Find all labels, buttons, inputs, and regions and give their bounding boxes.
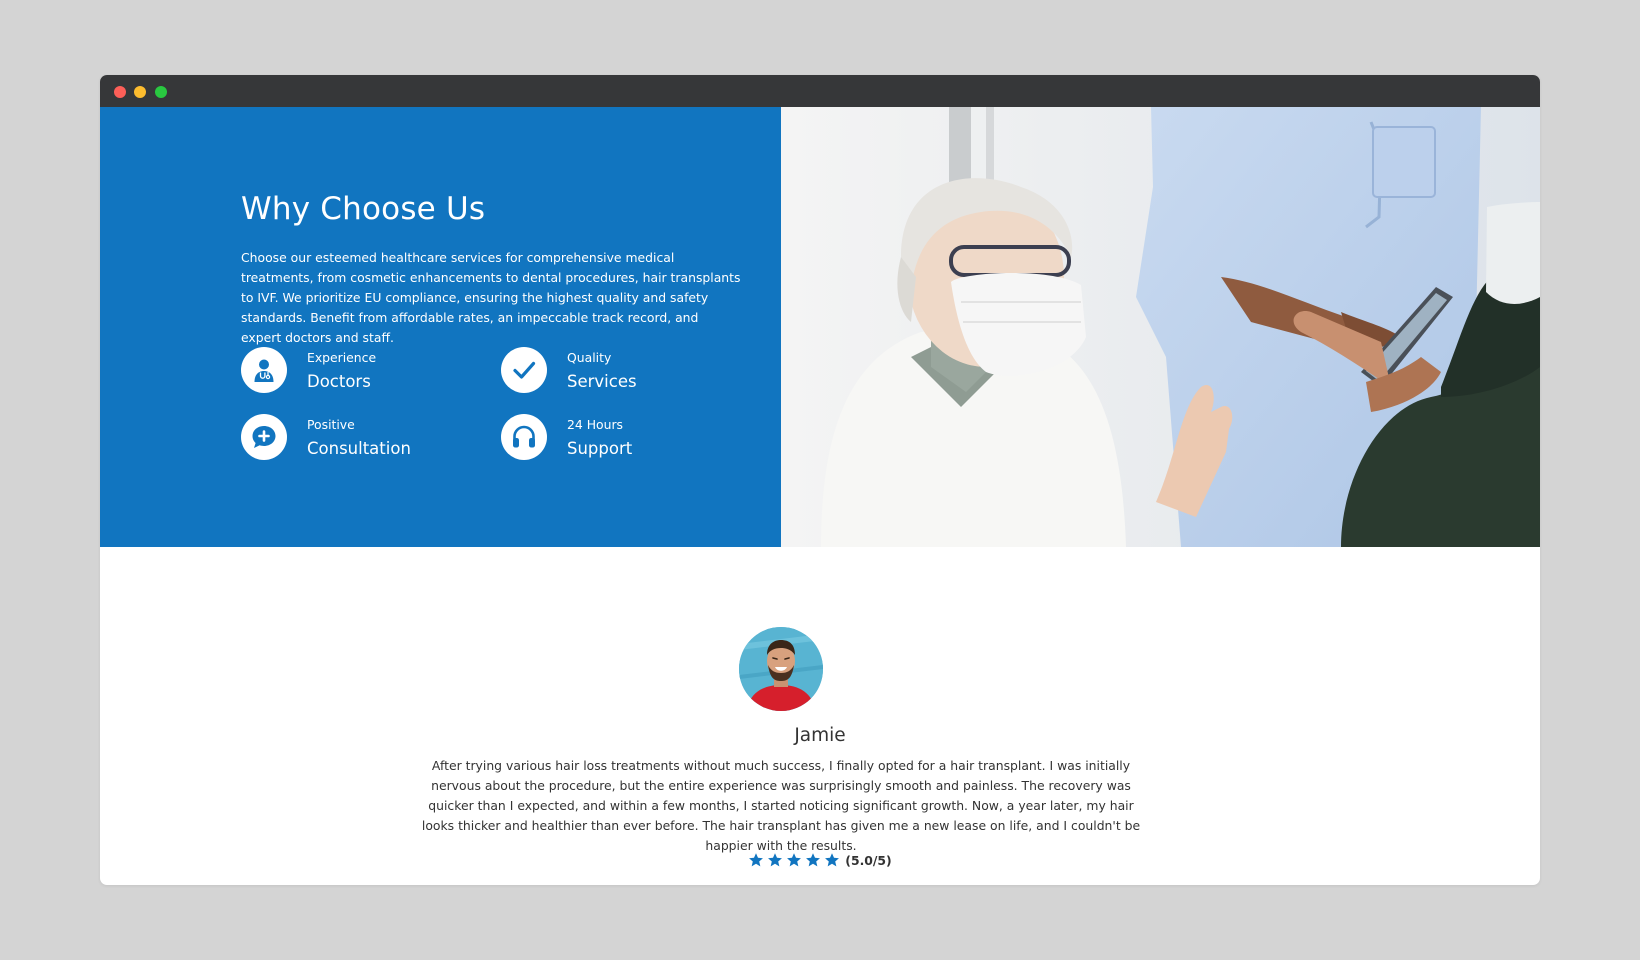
feature-services-small-label: Quality [567,350,612,365]
reviewer-avatar [739,627,823,711]
rating-stars: (5.0/5) [100,852,1540,868]
why-choose-us-section: Why Choose Us Choose our esteemed health… [100,107,1540,547]
feature-services: Quality Services [501,347,731,395]
doctor-icon [241,347,287,393]
feature-doctors-small-label: Experience [307,350,377,365]
feature-support: 24 Hours Support [501,414,731,462]
maximize-window-button[interactable] [155,86,167,98]
close-window-button[interactable] [114,86,126,98]
testimonial-section: Jamie After trying various hair loss tre… [100,547,1540,885]
feature-consultation: Positive Consultation [241,414,471,462]
reviewer-name: Jamie [794,725,846,746]
browser-window: Why Choose Us Choose our esteemed health… [100,75,1540,885]
feature-doctors: Experience Doctors [241,347,471,395]
testimonial-text: After trying various hair loss treatment… [421,758,1141,853]
doctors-consultation-photo [781,107,1540,547]
headphones-icon [501,414,547,460]
section-description: Choose our esteemed healthcare services … [241,250,741,345]
minimize-window-button[interactable] [134,86,146,98]
star-icon [825,853,840,867]
star-icon [768,853,783,867]
why-choose-us-panel: Why Choose Us Choose our esteemed health… [100,107,781,547]
chat-plus-icon [241,414,287,460]
star-icon [749,853,764,867]
feature-support-small-label: 24 Hours [567,417,624,432]
feature-support-label: Support [567,439,633,458]
feature-services-label: Services [567,372,637,391]
window-titlebar [100,75,1540,107]
section-title: Why Choose Us [241,191,486,227]
feature-doctors-label: Doctors [307,372,371,391]
feature-consultation-label: Consultation [307,439,411,458]
rating-score: (5.0/5) [845,852,892,868]
star-icon [787,853,802,867]
checkmark-icon [501,347,547,393]
star-icon [806,853,821,867]
feature-consultation-small-label: Positive [307,417,355,432]
